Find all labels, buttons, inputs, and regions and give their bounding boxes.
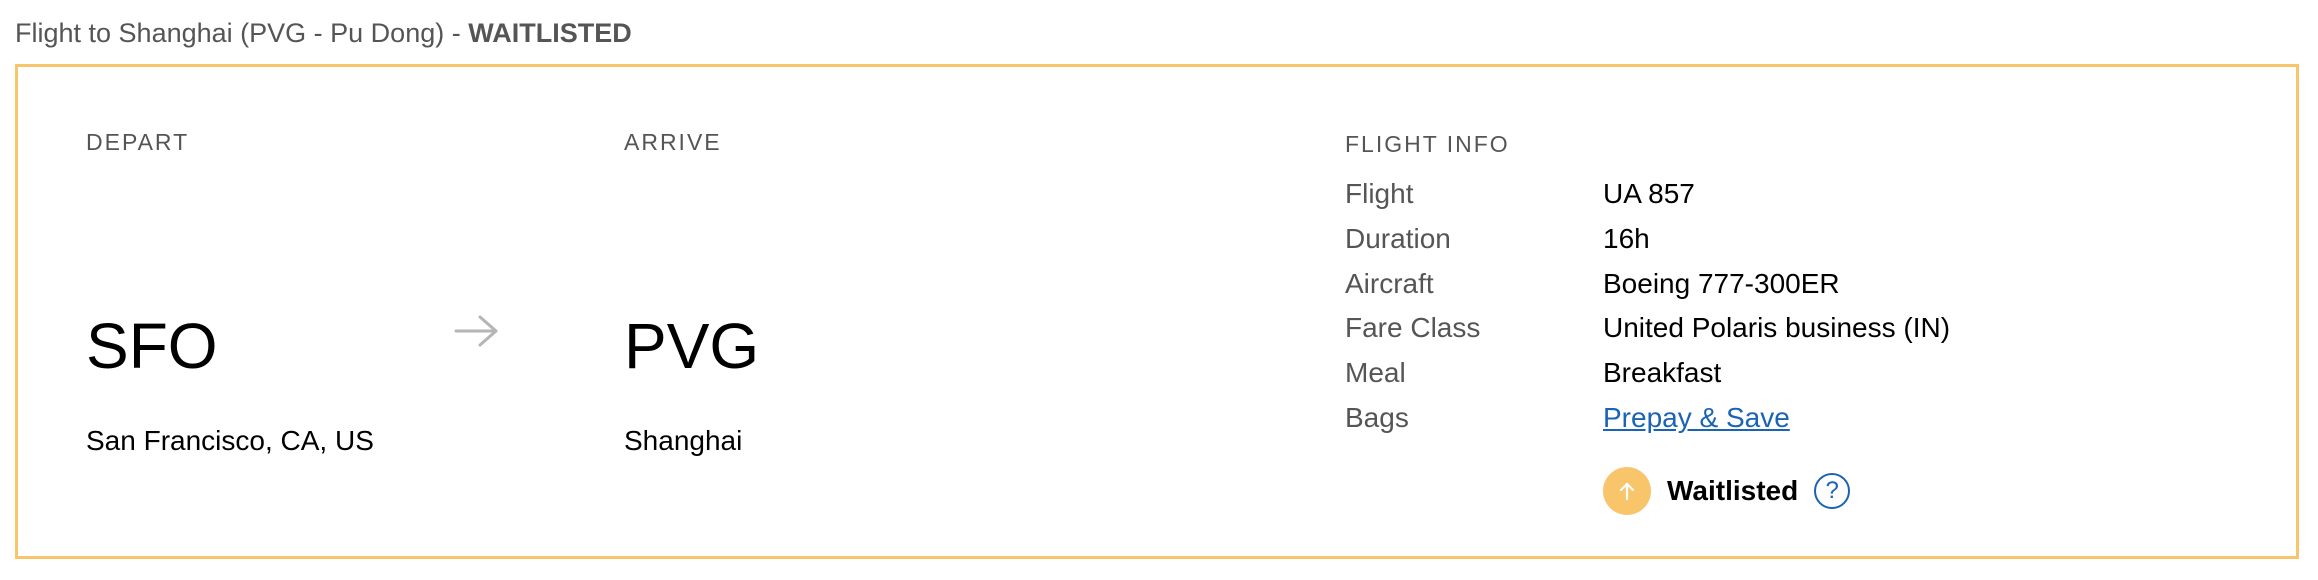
waitlisted-text: Waitlisted (1667, 475, 1799, 506)
waitlist-status: Waitlisted ? (1603, 465, 1851, 517)
aircraft-key: Aircraft (1345, 268, 1434, 299)
fare-class-key: Fare Class (1345, 312, 1481, 343)
depart-label: DEPART (86, 129, 190, 155)
depart-city: San Francisco, CA, US (86, 425, 374, 456)
flight-value: UA 857 (1603, 178, 1695, 209)
help-icon[interactable]: ? (1814, 473, 1851, 509)
page-title-text: Flight to Shanghai (PVG - Pu Dong) - (15, 18, 469, 48)
depart-airport-code: SFO (86, 310, 218, 382)
duration-key: Duration (1345, 223, 1451, 254)
aircraft-value: Boeing 777-300ER (1603, 268, 1840, 299)
meal-key: Meal (1345, 357, 1406, 388)
flight-key: Flight (1345, 178, 1414, 209)
arrive-label: ARRIVE (624, 129, 722, 155)
fare-class-value: United Polaris business (IN) (1603, 312, 1951, 343)
page-title-status: WAITLISTED (468, 18, 632, 48)
bags-key: Bags (1345, 402, 1409, 433)
meal-value: Breakfast (1603, 357, 1722, 388)
arrive-airport-code: PVG (624, 310, 760, 382)
prepay-save-link[interactable]: Prepay & Save (1603, 402, 1790, 433)
flight-card: DEPART SFO San Francisco, CA, US ARRIVE … (15, 64, 2299, 559)
flight-info-label: FLIGHT INFO (1345, 131, 1510, 157)
page-title: Flight to Shanghai (PVG - Pu Dong) - WAI… (15, 18, 632, 49)
bags-value: Prepay & Save (1603, 402, 1790, 434)
arrow-right-icon (454, 315, 498, 347)
arrow-up-circle-icon (1603, 467, 1651, 515)
help-glyph: ? (1825, 477, 1839, 504)
duration-value: 16h (1603, 223, 1650, 254)
arrive-city: Shanghai (624, 425, 743, 456)
